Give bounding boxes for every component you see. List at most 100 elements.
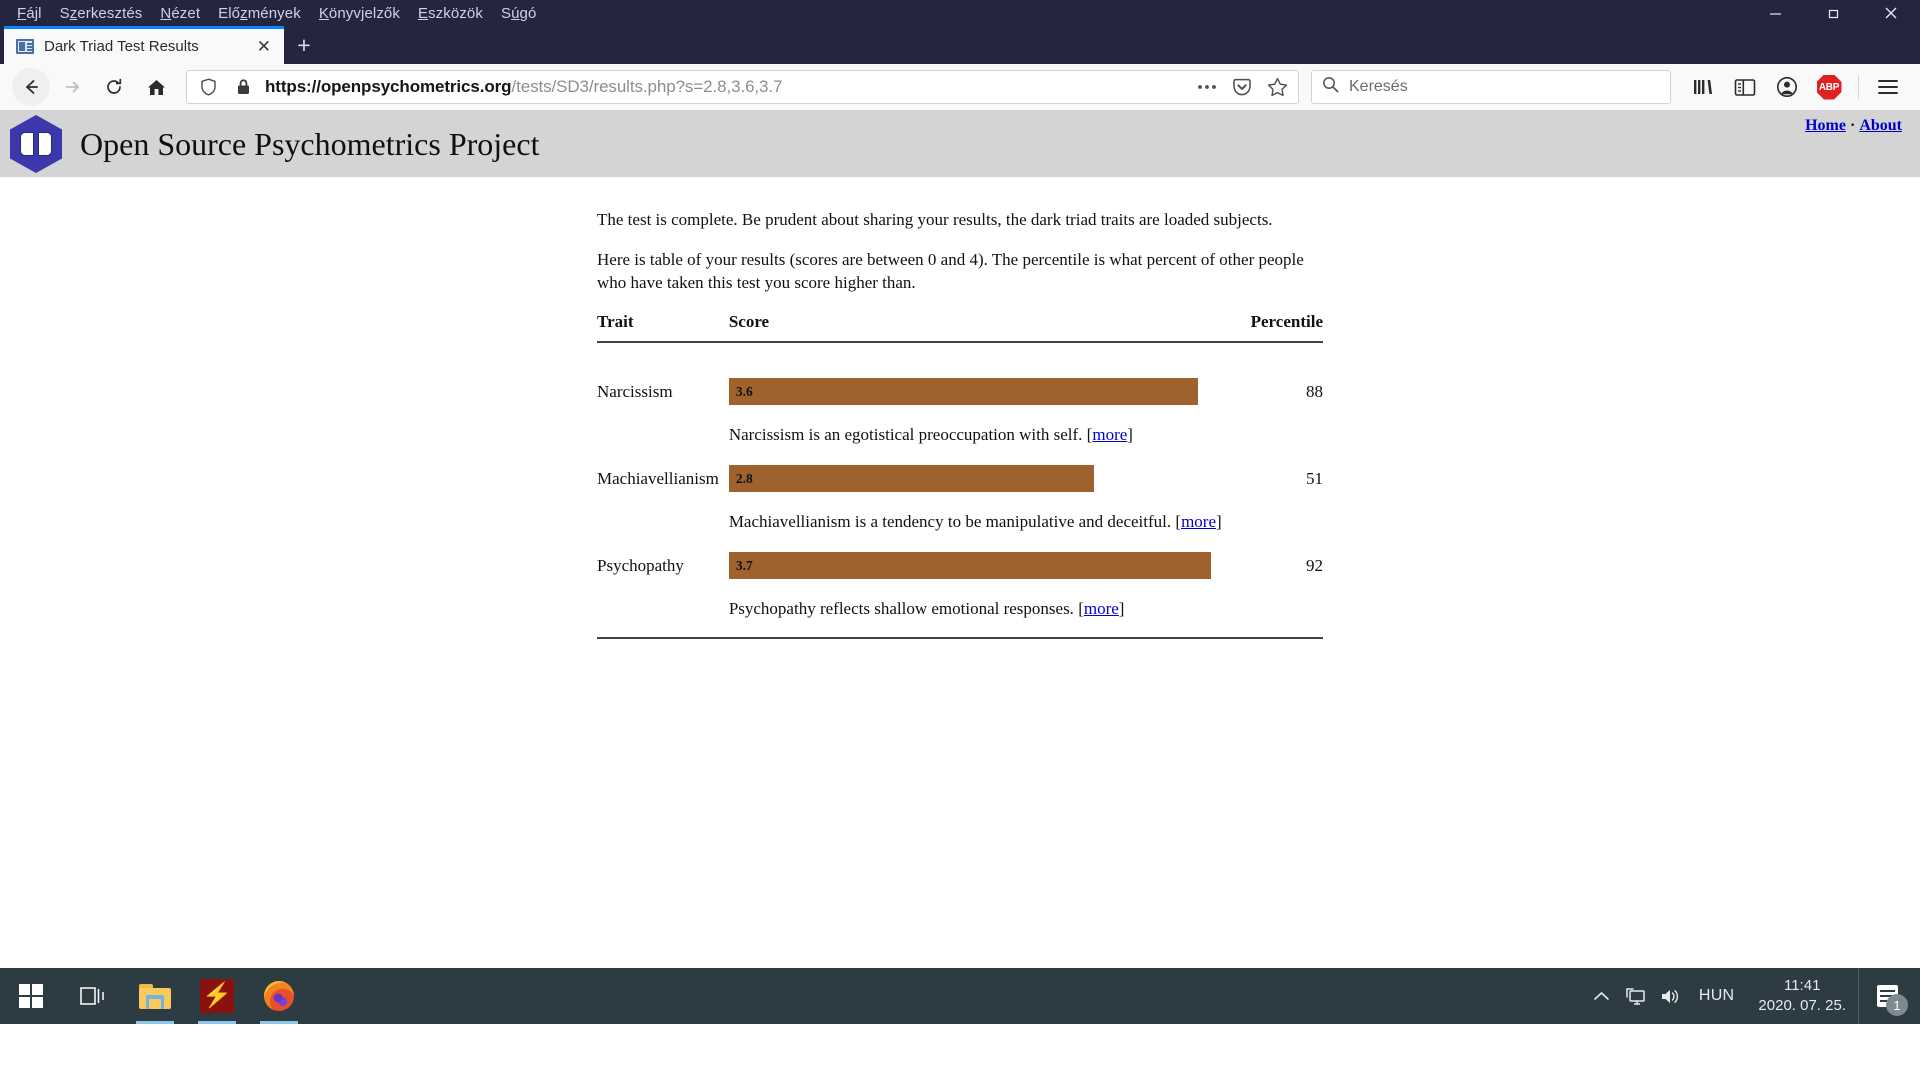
account-icon[interactable] (1767, 68, 1807, 106)
page-viewport: Open Source Psychometrics Project Home · A… (0, 111, 1920, 1024)
reload-button[interactable] (94, 68, 134, 106)
site-header: Open Source Psychometrics Project Home · A… (0, 111, 1920, 177)
url-path: /tests/SD3/results.php?s=2.8,3.6,3.7 (511, 77, 783, 96)
tracking-protection-shield-icon[interactable] (195, 78, 221, 96)
firefox-icon (264, 981, 294, 1011)
table-row: Psychopathy 3.7 92 (597, 532, 1323, 580)
description-text: Machiavellianism is a tendency to be man… (728, 512, 1172, 532)
percentile-machiavellianism: 51 (1306, 468, 1323, 488)
description-text: Psychopathy reflects shallow emotional r… (728, 599, 1074, 619)
library-icon[interactable] (1683, 68, 1723, 106)
more-link-narcissism[interactable]: more (1092, 425, 1127, 444)
minimize-button[interactable] (1746, 0, 1804, 26)
open-book-logo-icon[interactable] (10, 115, 62, 173)
menu-item-konyvjelzok[interactable]: Könyvjelzők (310, 3, 409, 24)
description-row: Narcissism is an egotistical preoccupati… (597, 405, 1323, 445)
header-spacer-row (597, 342, 1323, 358)
column-header-trait: Trait (597, 312, 729, 344)
percentile-narcissism: 88 (1306, 381, 1323, 401)
toolbar-divider (1858, 75, 1859, 99)
window-controls (1746, 0, 1920, 26)
home-link[interactable]: Home (1805, 117, 1846, 134)
results-table-body: Narcissism 3.6 88 Narcissism is an egoti… (597, 342, 1323, 619)
menu-item-elozmenyek[interactable]: Előzmények (209, 3, 310, 24)
notification-badge: 1 (1886, 994, 1908, 1016)
main-content: The test is complete. Be prudent about s… (597, 177, 1323, 640)
tab-strip: Dark Triad Test Results ✕ + (0, 26, 1920, 64)
score-cell-narcissism: 3.6 (728, 358, 1251, 406)
menu-item-fajl[interactable]: Fájl (8, 3, 51, 24)
clock-time: 11:41 (1783, 976, 1821, 994)
search-icon (1322, 76, 1339, 98)
bolt-app-button[interactable]: ⚡ (186, 968, 248, 1024)
menu-hamburger-icon[interactable] (1868, 68, 1908, 106)
description-row: Psychopathy reflects shallow emotional r… (597, 579, 1323, 619)
address-bar[interactable]: https://openpsychometrics.org/tests/SD3/… (186, 70, 1299, 104)
toolbar-icon-group: ABP (1683, 68, 1908, 106)
search-bar[interactable]: Keresés (1311, 70, 1671, 104)
browser-tab[interactable]: Dark Triad Test Results ✕ (4, 26, 284, 64)
network-icon[interactable] (1619, 968, 1653, 1024)
trait-description-machiavellianism: Machiavellianism is a tendency to be man… (728, 512, 1222, 532)
sidebar-icon[interactable] (1725, 68, 1765, 106)
language-indicator[interactable]: HUN (1687, 987, 1747, 1005)
window-menubar: Fájl Szerkesztés Nézet Előzmények Könyvj… (0, 0, 1920, 26)
windows-taskbar: ⚡ HUN 11:41 2020. 07. 25. 1 (0, 968, 1920, 1024)
trait-description-narcissism: Narcissism is an egotistical preoccupati… (728, 425, 1133, 445)
table-row: Machiavellianism 2.8 51 (597, 445, 1323, 493)
book-page-left (20, 132, 34, 156)
back-button[interactable] (12, 68, 50, 106)
adblock-plus-icon[interactable]: ABP (1809, 68, 1849, 106)
trait-description-psychopathy: Psychopathy reflects shallow emotional r… (728, 599, 1125, 619)
score-value-psychopathy: 3.7 (735, 557, 753, 573)
page-actions-icon[interactable] (1194, 83, 1220, 91)
score-bar-machiavellianism: 2.8 (728, 465, 1095, 493)
menu-item-sugo[interactable]: Súgó (492, 3, 545, 24)
book-glyph-icon (20, 132, 52, 156)
menu-item-eszkozok[interactable]: Eszközök (409, 3, 492, 24)
tab-title: Dark Triad Test Results (44, 38, 199, 55)
new-tab-button[interactable]: + (284, 26, 324, 64)
close-button[interactable] (1862, 0, 1920, 26)
score-value-narcissism: 3.6 (735, 383, 753, 399)
column-header-score: Score (728, 312, 1251, 344)
book-page-right (38, 132, 52, 156)
clock[interactable]: 11:41 2020. 07. 25. (1746, 976, 1858, 1017)
folder-icon (139, 983, 171, 1009)
score-cell-psychopathy: 3.7 (728, 532, 1251, 580)
task-view-button[interactable] (62, 968, 124, 1024)
more-link-machiavellianism[interactable]: more (1181, 512, 1216, 531)
volume-icon[interactable] (1653, 968, 1687, 1024)
url-text[interactable]: https://openpsychometrics.org/tests/SD3/… (265, 77, 1185, 97)
description-row: Machiavellianism is a tendency to be man… (597, 492, 1323, 532)
file-explorer-button[interactable] (124, 968, 186, 1024)
tab-close-icon[interactable]: ✕ (254, 38, 274, 55)
trait-name-narcissism: Narcissism (597, 381, 673, 401)
notification-center-button[interactable]: 1 (1858, 968, 1916, 1024)
system-tray: HUN 11:41 2020. 07. 25. 1 (1585, 968, 1920, 1024)
maximize-button[interactable] (1804, 0, 1862, 26)
menu-item-nezet[interactable]: Nézet (151, 3, 209, 24)
menu-item-szerkesztes[interactable]: Szerkesztés (51, 3, 152, 24)
page-title: Open Source Psychometrics Project (80, 125, 540, 162)
show-hidden-icons-chevron-icon[interactable] (1585, 968, 1619, 1024)
url-host: https://openpsychometrics.org (265, 77, 512, 96)
description-text: Narcissism is an egotistical preoccupati… (728, 425, 1083, 445)
table-header-row: Trait Score Percentile (597, 312, 1323, 344)
pocket-icon[interactable] (1229, 78, 1255, 97)
lightning-bolt-icon: ⚡ (200, 979, 234, 1013)
home-button[interactable] (136, 68, 176, 106)
start-button[interactable] (0, 968, 62, 1024)
column-header-percentile: Percentile (1250, 312, 1323, 344)
bookmark-star-icon[interactable] (1264, 77, 1290, 97)
forward-button[interactable] (52, 68, 92, 106)
firefox-button[interactable] (248, 968, 310, 1024)
about-link[interactable]: About (1859, 117, 1902, 134)
more-link-psychopathy[interactable]: more (1084, 599, 1119, 618)
table-row: Narcissism 3.6 88 (597, 358, 1323, 406)
search-input[interactable]: Keresés (1349, 78, 1408, 96)
explanation-paragraph: Here is table of your results (scores ar… (597, 250, 1304, 292)
lock-icon[interactable] (230, 78, 256, 96)
score-cell-machiavellianism: 2.8 (728, 445, 1251, 493)
windows-logo-icon (19, 984, 43, 1008)
